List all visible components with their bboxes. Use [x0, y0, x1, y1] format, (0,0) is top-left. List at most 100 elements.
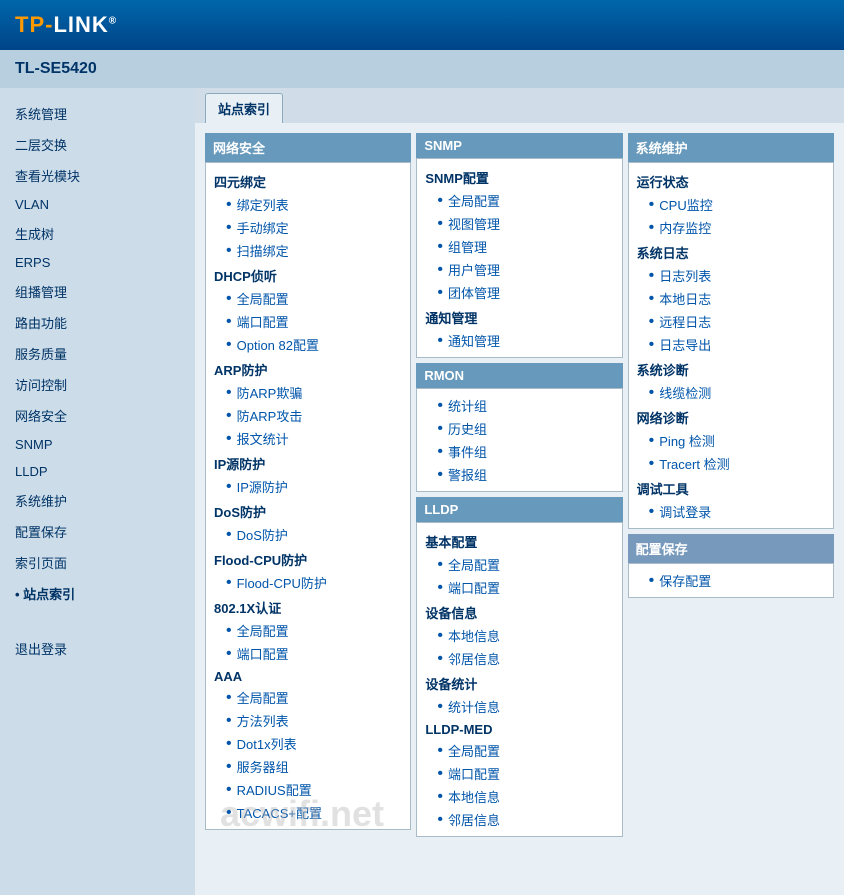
col-snmp: SNMP SNMP配置 •全局配置 •视图管理 •组管理 •用户管理 •团体管理… [416, 133, 622, 837]
link-arp-stats[interactable]: •报文统计 [206, 427, 410, 450]
link-aaa-global[interactable]: •全局配置 [206, 686, 410, 709]
sidebar-item-indexpage[interactable]: 索引页面 [0, 547, 195, 578]
link-aaa-servergroup[interactable]: •服务器组 [206, 755, 410, 778]
link-ping[interactable]: •Ping 检测 [629, 429, 833, 452]
link-radius-cfg[interactable]: •RADIUS配置 [206, 778, 410, 801]
link-save-cfg[interactable]: •保存配置 [629, 569, 833, 592]
link-dhcp-global[interactable]: •全局配置 [206, 287, 410, 310]
cat-netdiag: 网络诊断 [629, 404, 833, 429]
lldp-header: LLDP [416, 497, 622, 522]
sidebar-item-vlan[interactable]: VLAN [0, 191, 195, 218]
snmp-body: SNMP配置 •全局配置 •视图管理 •组管理 •用户管理 •团体管理 通知管理… [416, 158, 622, 358]
link-snmp-user[interactable]: •用户管理 [417, 258, 621, 281]
sub-header: TL-SE5420 [0, 50, 844, 88]
link-lldp-stats[interactable]: •统计信息 [417, 695, 621, 718]
tab-bar: 站点索引 [195, 88, 844, 123]
sidebar-item-optmodule[interactable]: 查看光模块 [0, 160, 195, 191]
cat-syslog: 系统日志 [629, 239, 833, 264]
content-area: 站点索引 网络安全 四元绑定 •绑定列表 •手动绑定 •扫描绑定 DHCP侦听 … [195, 88, 844, 895]
rmon-body: •统计组 •历史组 •事件组 •警报组 [416, 388, 622, 492]
sidebar-item-sysmaint[interactable]: 系统维护 [0, 485, 195, 516]
sidebar-item-layer2[interactable]: 二层交换 [0, 129, 195, 160]
snmp-header: SNMP [416, 133, 622, 158]
link-lldpmed-local[interactable]: •本地信息 [417, 785, 621, 808]
sysmaint-body: 运行状态 •CPU监控 •内存监控 系统日志 •日志列表 •本地日志 •远程日志… [628, 162, 834, 529]
link-dhcp-port[interactable]: •端口配置 [206, 310, 410, 333]
sidebar-item-netsec[interactable]: 网络安全 [0, 400, 195, 431]
link-lldp-global[interactable]: •全局配置 [417, 553, 621, 576]
link-cpu-monitor[interactable]: •CPU监控 [629, 193, 833, 216]
link-rmon-stats[interactable]: •统计组 [417, 394, 621, 417]
link-lldp-local[interactable]: •本地信息 [417, 624, 621, 647]
link-remote-log[interactable]: •远程日志 [629, 310, 833, 333]
sidebar-item-cfgsave[interactable]: 配置保存 [0, 516, 195, 547]
cat-lldpmed: LLDP-MED [417, 718, 621, 739]
link-manualbind[interactable]: •手动绑定 [206, 216, 410, 239]
link-dos[interactable]: •DoS防护 [206, 523, 410, 546]
sidebar-item-routing[interactable]: 路由功能 [0, 307, 195, 338]
cat-sysdiag: 系统诊断 [629, 356, 833, 381]
sidebar-item-qos[interactable]: 服务质量 [0, 338, 195, 369]
sidebar-item-snmp[interactable]: SNMP [0, 431, 195, 458]
link-rmon-history[interactable]: •历史组 [417, 417, 621, 440]
link-snmp-community[interactable]: •团体管理 [417, 281, 621, 304]
link-aaa-method[interactable]: •方法列表 [206, 709, 410, 732]
link-tracert[interactable]: •Tracert 检测 [629, 452, 833, 475]
link-rmon-alarm[interactable]: •警报组 [417, 463, 621, 486]
sidebar-item-siteindex[interactable]: • 站点索引 [0, 578, 195, 609]
header: TP-LINK® [0, 0, 844, 50]
cfgsave-header: 配置保存 [628, 534, 834, 563]
link-local-log[interactable]: •本地日志 [629, 287, 833, 310]
link-debug-login[interactable]: •调试登录 [629, 500, 833, 523]
link-floodcpu[interactable]: •Flood-CPU防护 [206, 571, 410, 594]
cat-lldp-devstats: 设备统计 [417, 670, 621, 695]
cat-snmpcfg: SNMP配置 [417, 164, 621, 189]
sidebar: 系统管理 二层交换 查看光模块 VLAN 生成树 ERPS 组播管理 路由功能 … [0, 88, 195, 895]
sidebar-item-lldp[interactable]: LLDP [0, 458, 195, 485]
sidebar-item-multicast[interactable]: 组播管理 [0, 276, 195, 307]
rmon-header: RMON [416, 363, 622, 388]
link-snmp-global[interactable]: •全局配置 [417, 189, 621, 212]
link-log-export[interactable]: •日志导出 [629, 333, 833, 356]
logo: TP-LINK® [15, 12, 117, 38]
link-rmon-event[interactable]: •事件组 [417, 440, 621, 463]
sysmaint-header: 系统维护 [628, 133, 834, 162]
link-log-list[interactable]: •日志列表 [629, 264, 833, 287]
logout-button[interactable]: 退出登录 [0, 629, 195, 668]
link-dot1x-global[interactable]: •全局配置 [206, 619, 410, 642]
link-snmp-group[interactable]: •组管理 [417, 235, 621, 258]
link-mem-monitor[interactable]: •内存监控 [629, 216, 833, 239]
link-snmp-view[interactable]: •视图管理 [417, 212, 621, 235]
link-bindlist[interactable]: •绑定列表 [206, 193, 410, 216]
logo-link: LINK [53, 12, 108, 37]
sidebar-item-sysmanage[interactable]: 系统管理 [0, 98, 195, 129]
sidebar-item-stp[interactable]: 生成树 [0, 218, 195, 249]
link-ipsrc[interactable]: •IP源防护 [206, 475, 410, 498]
tab-siteindex[interactable]: 站点索引 [205, 93, 283, 123]
link-scanbind[interactable]: •扫描绑定 [206, 239, 410, 262]
cat-notify: 通知管理 [417, 304, 621, 329]
netsec-body: 四元绑定 •绑定列表 •手动绑定 •扫描绑定 DHCP侦听 •全局配置 •端口配… [205, 162, 411, 830]
link-option82[interactable]: •Option 82配置 [206, 333, 410, 356]
cat-ipsrc: IP源防护 [206, 450, 410, 475]
link-dot1x-port[interactable]: •端口配置 [206, 642, 410, 665]
link-tacacs-cfg[interactable]: •TACACS+配置 [206, 801, 410, 824]
link-lldpmed-port[interactable]: •端口配置 [417, 762, 621, 785]
link-aaa-dot1x[interactable]: •Dot1x列表 [206, 732, 410, 755]
link-lldpmed-neighbor[interactable]: •邻居信息 [417, 808, 621, 831]
link-arp-spoof[interactable]: •防ARP欺骗 [206, 381, 410, 404]
link-lldpmed-global[interactable]: •全局配置 [417, 739, 621, 762]
cat-runstatus: 运行状态 [629, 168, 833, 193]
cat-quadbind: 四元绑定 [206, 168, 410, 193]
sidebar-item-acl[interactable]: 访问控制 [0, 369, 195, 400]
link-notify[interactable]: •通知管理 [417, 329, 621, 352]
link-arp-attack[interactable]: •防ARP攻击 [206, 404, 410, 427]
col-sysmaint: 系统维护 运行状态 •CPU监控 •内存监控 系统日志 •日志列表 •本地日志 … [628, 133, 834, 837]
cat-debugtool: 调试工具 [629, 475, 833, 500]
sidebar-item-erps[interactable]: ERPS [0, 249, 195, 276]
lldp-body: 基本配置 •全局配置 •端口配置 设备信息 •本地信息 •邻居信息 设备统计 •… [416, 522, 622, 837]
link-lldp-neighbor[interactable]: •邻居信息 [417, 647, 621, 670]
link-lldp-port[interactable]: •端口配置 [417, 576, 621, 599]
site-index-content: 网络安全 四元绑定 •绑定列表 •手动绑定 •扫描绑定 DHCP侦听 •全局配置… [195, 123, 844, 847]
link-cable-test[interactable]: •线缆检测 [629, 381, 833, 404]
